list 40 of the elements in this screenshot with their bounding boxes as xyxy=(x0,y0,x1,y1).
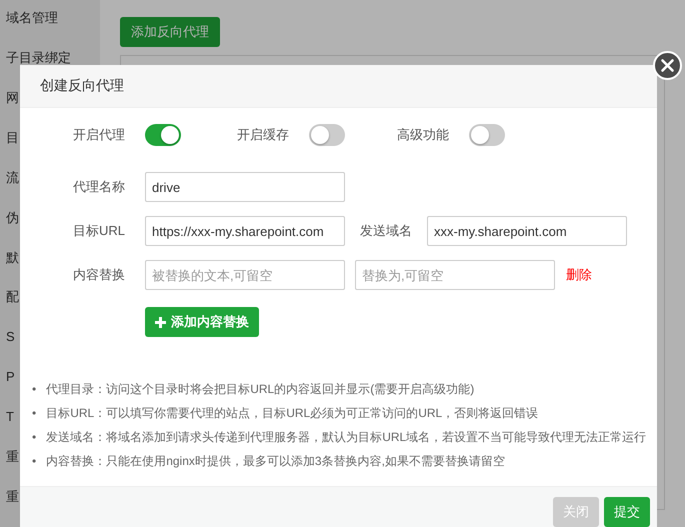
sidebar-item[interactable]: 目 xyxy=(6,128,19,148)
sidebar-item[interactable]: T xyxy=(6,407,14,428)
help-note: 目标URL：可以填写你需要代理的站点，目标URL必须为可正常访问的URL，否则将返回错误 xyxy=(46,405,538,421)
sidebar-item[interactable]: 网 xyxy=(6,88,19,108)
dialog-title: 创建反向代理 xyxy=(40,77,124,95)
close-icon[interactable] xyxy=(653,51,682,80)
proxy-name-field[interactable]: drive xyxy=(145,172,345,202)
delete-link[interactable]: 删除 xyxy=(566,266,592,284)
bullet-marker: • xyxy=(32,453,36,469)
sidebar-item[interactable]: 域名管理 xyxy=(6,8,58,28)
field-label: 代理名称 xyxy=(72,178,126,196)
field-label: 目标URL xyxy=(72,222,126,240)
toggle-label: 开启缓存 xyxy=(237,126,290,144)
field-label: 发送域名 xyxy=(360,222,412,240)
sidebar-item[interactable]: P xyxy=(6,367,15,388)
sidebar-item[interactable]: 子目录绑定 xyxy=(6,48,71,68)
toggle-label: 开启代理 xyxy=(72,126,126,144)
toggle-switch[interactable] xyxy=(469,124,505,146)
sidebar-item[interactable]: 重 xyxy=(6,487,19,508)
find-text-field[interactable]: 被替换的文本,可留空 xyxy=(145,260,345,290)
toggle-switch[interactable] xyxy=(309,124,345,146)
toggle-label: 高级功能 xyxy=(397,126,450,144)
field-label: 内容替换 xyxy=(72,266,126,284)
help-note: 发送域名：将域名添加到请求头传递到代理服务器，默认为目标URL域名，若设置不当可能导致代理无法正常运行 xyxy=(46,429,646,445)
sidebar-item[interactable]: 配 xyxy=(6,287,19,308)
sidebar-item[interactable]: 默 xyxy=(6,248,19,268)
bullet-marker: • xyxy=(32,429,36,445)
send-domain-field[interactable]: xxx-my.sharepoint.com xyxy=(427,216,627,246)
sidebar-item[interactable]: 伪 xyxy=(6,208,19,228)
help-note: 代理目录：访问这个目录时将会把目标URL的内容返回并显示(需要开启高级功能) xyxy=(46,381,474,397)
bullet-marker: • xyxy=(32,405,36,421)
plus-icon xyxy=(155,316,166,328)
bullet-marker: • xyxy=(32,381,36,397)
sidebar-item[interactable]: 重 xyxy=(6,447,19,468)
sidebar-item[interactable]: 流 xyxy=(6,168,19,188)
replace-text-field[interactable]: 替换为,可留空 xyxy=(355,260,555,290)
sidebar-item[interactable]: S xyxy=(6,327,15,348)
target-url-field[interactable]: https://xxx-my.sharepoint.com xyxy=(145,216,345,246)
toggle-switch[interactable] xyxy=(145,124,181,146)
help-note: 内容替换：只能在使用nginx时提供，最多可以添加3条替换内容,如果不需要替换请留空 xyxy=(46,453,505,469)
